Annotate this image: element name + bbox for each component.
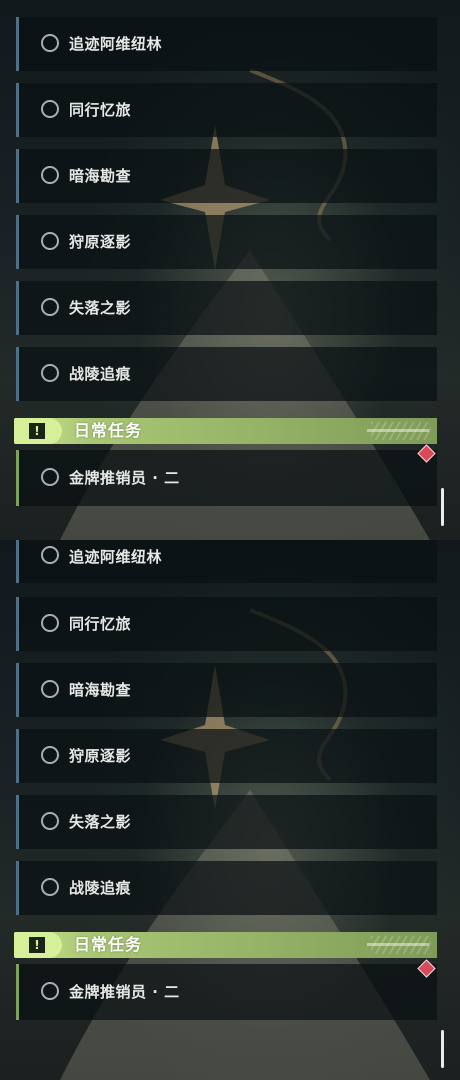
quest-item[interactable]: 失落之影 bbox=[16, 795, 437, 849]
empty-circle-icon bbox=[41, 614, 59, 632]
quest-title: 同行忆旅 bbox=[69, 615, 132, 633]
header-decoration-line bbox=[367, 943, 429, 946]
quest-item[interactable]: 战陵追痕 bbox=[16, 861, 437, 915]
empty-circle-icon bbox=[41, 982, 59, 1000]
header-decoration-line bbox=[367, 429, 429, 432]
quest-title: 失落之影 bbox=[69, 299, 132, 317]
quest-item[interactable]: 失落之影 bbox=[16, 281, 437, 335]
quest-title: 战陵追痕 bbox=[69, 879, 132, 897]
quest-item[interactable]: 战陵追痕 bbox=[16, 347, 437, 401]
scrollbar-thumb[interactable] bbox=[441, 1030, 444, 1068]
quest-title: 金牌推销员 · 二 bbox=[69, 469, 180, 487]
quest-title: 狩原逐影 bbox=[69, 233, 132, 251]
empty-circle-icon bbox=[41, 34, 59, 52]
empty-circle-icon bbox=[41, 100, 59, 118]
empty-circle-icon bbox=[41, 746, 59, 764]
quest-title: 追迹阿维纽林 bbox=[69, 548, 163, 566]
quest-item[interactable]: 狩原逐影 bbox=[16, 729, 437, 783]
quest-title: 暗海勘查 bbox=[69, 167, 132, 185]
empty-circle-icon bbox=[41, 468, 59, 486]
scrollbar-thumb[interactable] bbox=[441, 488, 444, 526]
empty-circle-icon bbox=[41, 298, 59, 316]
quest-title: 金牌推销员 · 二 bbox=[69, 983, 180, 1001]
quest-item[interactable]: 追迹阿维纽林 bbox=[16, 17, 437, 71]
quest-item[interactable]: 追迹阿维纽林 bbox=[16, 540, 437, 583]
daily-quests-header[interactable]: ! 日常任务 bbox=[14, 418, 437, 444]
quest-item[interactable]: 暗海勘查 bbox=[16, 149, 437, 203]
daily-quest-item[interactable]: 金牌推销员 · 二 bbox=[16, 450, 437, 506]
quest-title: 战陵追痕 bbox=[69, 365, 132, 383]
exclamation-icon: ! bbox=[14, 932, 62, 958]
empty-circle-icon bbox=[41, 546, 59, 564]
quest-item[interactable]: 暗海勘查 bbox=[16, 663, 437, 717]
section-title: 日常任务 bbox=[74, 421, 143, 440]
empty-circle-icon bbox=[41, 166, 59, 184]
quest-item[interactable]: 同行忆旅 bbox=[16, 597, 437, 651]
empty-circle-icon bbox=[41, 232, 59, 250]
quest-tracker-panel: 追迹阿维纽林 同行忆旅 暗海勘查 狩原逐影 失落之影 战陵追痕 ! 日常任务 金… bbox=[0, 540, 460, 1080]
section-title: 日常任务 bbox=[74, 935, 143, 954]
quest-title: 暗海勘查 bbox=[69, 681, 132, 699]
empty-circle-icon bbox=[41, 680, 59, 698]
quest-item[interactable]: 同行忆旅 bbox=[16, 83, 437, 137]
quest-title: 同行忆旅 bbox=[69, 101, 132, 119]
daily-quests-header[interactable]: ! 日常任务 bbox=[14, 932, 437, 958]
quest-item[interactable]: 狩原逐影 bbox=[16, 215, 437, 269]
empty-circle-icon bbox=[41, 878, 59, 896]
empty-circle-icon bbox=[41, 812, 59, 830]
quest-title: 狩原逐影 bbox=[69, 747, 132, 765]
quest-tracker-panel: 追迹阿维纽林 同行忆旅 暗海勘查 狩原逐影 失落之影 战陵追痕 ! 日常任务 金… bbox=[0, 0, 460, 540]
quest-title: 失落之影 bbox=[69, 813, 132, 831]
exclamation-icon: ! bbox=[14, 418, 62, 444]
empty-circle-icon bbox=[41, 364, 59, 382]
quest-title: 追迹阿维纽林 bbox=[69, 35, 163, 53]
daily-quest-item[interactable]: 金牌推销员 · 二 bbox=[16, 964, 437, 1020]
